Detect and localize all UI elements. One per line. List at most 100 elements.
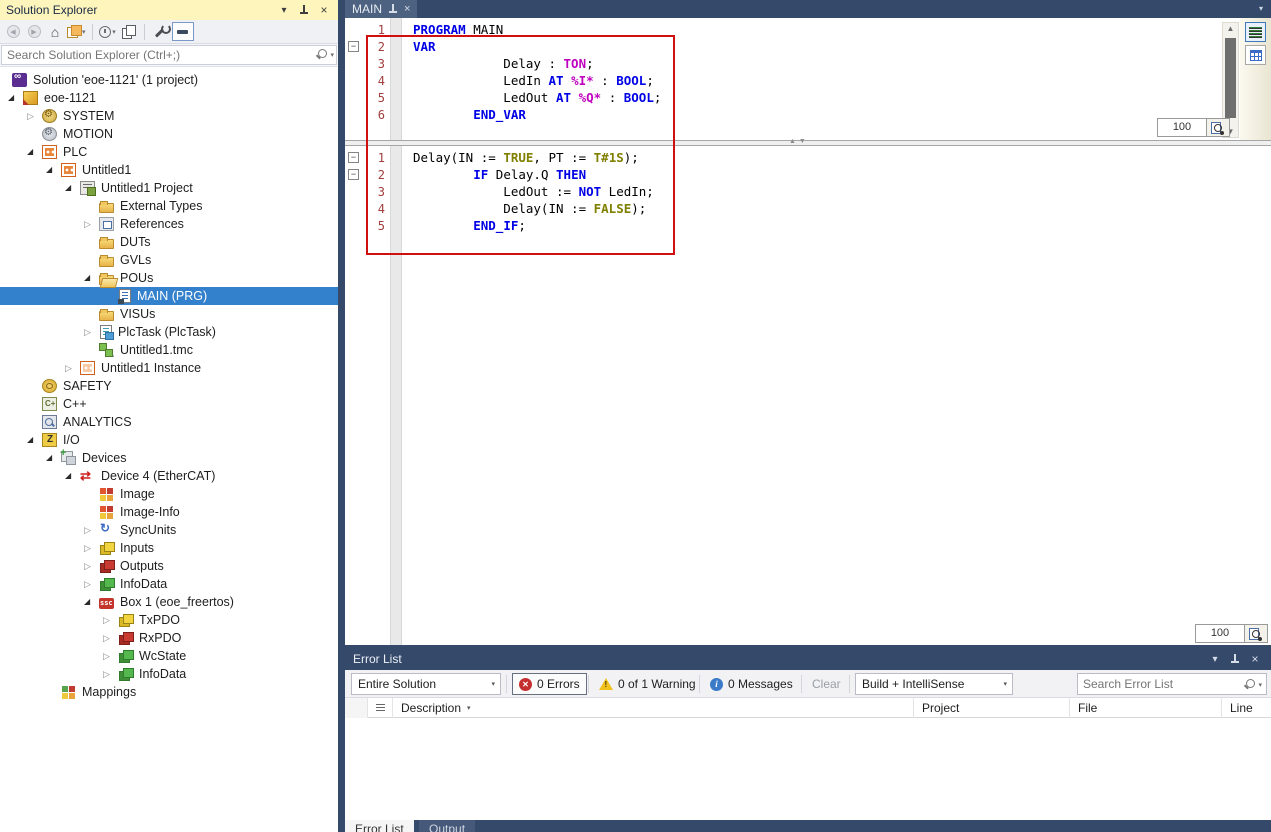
expand-arrow-collapsed-icon[interactable]: ▷ xyxy=(103,647,118,665)
search-icon[interactable] xyxy=(315,49,327,61)
search-input[interactable] xyxy=(1,45,337,65)
tree-item[interactable]: MOTION xyxy=(0,125,338,143)
code-line[interactable]: 4 Delay(IN := FALSE); xyxy=(345,200,1271,217)
code-line[interactable]: −2 IF Delay.Q THEN xyxy=(345,166,1271,183)
tree-item[interactable]: SAFETY xyxy=(0,377,338,395)
code-line[interactable]: 5 LedOut AT %Q* : BOOL; xyxy=(345,89,1271,106)
pin-icon[interactable] xyxy=(1227,652,1243,666)
expand-arrow-collapsed-icon[interactable]: ▷ xyxy=(27,107,42,125)
tree-item[interactable]: Mappings xyxy=(0,683,338,701)
tab-output[interactable]: Output xyxy=(419,820,475,832)
tree-item[interactable]: ▷WcState xyxy=(0,647,338,665)
tree-item[interactable]: ▷Untitled1 Instance xyxy=(0,359,338,377)
expand-arrow-expanded-icon[interactable]: ◢ xyxy=(46,449,61,467)
code-line[interactable]: 3 LedOut := NOT LedIn; xyxy=(345,183,1271,200)
implementation-section[interactable]: −1Delay(IN := TRUE, PT := T#1S);−2 IF De… xyxy=(345,146,1271,645)
collapse-box-icon[interactable]: − xyxy=(348,152,359,163)
tree-item[interactable]: ▷References xyxy=(0,215,338,233)
table-view-button[interactable] xyxy=(1245,45,1266,65)
tab-pin-icon[interactable] xyxy=(388,3,398,15)
code-line[interactable]: −2VAR xyxy=(345,38,1271,55)
tree-item[interactable]: ◢Devices xyxy=(0,449,338,467)
search-icon[interactable] xyxy=(1243,679,1255,691)
code-line[interactable]: 5 END_IF; xyxy=(345,217,1271,234)
tree-item[interactable]: ◢Untitled1 xyxy=(0,161,338,179)
expand-arrow-expanded-icon[interactable]: ◢ xyxy=(8,89,23,107)
tab-main[interactable]: MAIN × xyxy=(345,0,417,18)
expand-arrow-collapsed-icon[interactable]: ▷ xyxy=(103,611,118,629)
expand-arrow-collapsed-icon[interactable]: ▷ xyxy=(103,629,118,647)
build-filter-dropdown[interactable]: Build + IntelliSense ▾ xyxy=(855,673,1013,695)
tree-item[interactable]: ▷Inputs xyxy=(0,539,338,557)
tree-item[interactable]: ▷InfoData xyxy=(0,665,338,683)
tree-item[interactable]: ▷RxPDO xyxy=(0,629,338,647)
tree-item[interactable]: ◢eoe-1121 xyxy=(0,89,338,107)
pending-changes-filter-button[interactable]: ▾ xyxy=(99,22,117,42)
code-editor[interactable]: 1PROGRAM MAIN−2VAR3 Delay : TON;4 LedIn … xyxy=(345,18,1271,645)
tree-item[interactable]: ▷SYSTEM xyxy=(0,107,338,125)
error-search-input[interactable] xyxy=(1078,674,1228,691)
column-description[interactable]: Description▾ xyxy=(393,698,914,718)
column-line[interactable]: Line xyxy=(1222,698,1271,718)
code-line[interactable]: 3 Delay : TON; xyxy=(345,55,1271,72)
tree-item[interactable]: ◢Device 4 (EtherCAT) xyxy=(0,467,338,485)
sync-with-active-document-button[interactable] xyxy=(120,22,138,42)
forward-button[interactable]: ▶ xyxy=(25,22,43,42)
zoom-magnifier-icon[interactable] xyxy=(1245,624,1268,643)
properties-wrench-button[interactable] xyxy=(151,22,169,42)
search-options-caret-icon[interactable]: ▾ xyxy=(1258,681,1262,689)
tree-item[interactable]: ▷InfoData xyxy=(0,575,338,593)
tree-item[interactable]: ▷SyncUnits xyxy=(0,521,338,539)
home-icon[interactable]: ⌂ xyxy=(46,22,64,42)
expand-arrow-collapsed-icon[interactable]: ▷ xyxy=(84,521,99,539)
tree-item[interactable]: DUTs xyxy=(0,233,338,251)
tree-item[interactable]: External Types xyxy=(0,197,338,215)
expand-arrow-expanded-icon[interactable]: ◢ xyxy=(84,593,99,611)
messages-filter-button[interactable]: i 0 Messages xyxy=(704,673,799,695)
order-icon[interactable] xyxy=(368,698,393,718)
expand-arrow-expanded-icon[interactable]: ◢ xyxy=(27,431,42,449)
search-options-caret-icon[interactable]: ▾ xyxy=(330,51,334,59)
window-menu-caret-icon[interactable]: ▾ xyxy=(1207,652,1223,666)
tree-item[interactable]: Image-Info xyxy=(0,503,338,521)
collapse-box-icon[interactable]: − xyxy=(348,41,359,52)
pin-icon[interactable] xyxy=(296,3,312,17)
tree-item[interactable]: ◢Untitled1 Project xyxy=(0,179,338,197)
expand-arrow-expanded-icon[interactable]: ◢ xyxy=(27,143,42,161)
expand-arrow-expanded-icon[interactable]: ◢ xyxy=(65,467,80,485)
tree-item[interactable]: Solution 'eoe-1121' (1 project) xyxy=(0,71,338,89)
collapse-box-icon[interactable]: − xyxy=(348,169,359,180)
zoom-magnifier-icon[interactable] xyxy=(1207,118,1230,137)
tree-item[interactable]: Image xyxy=(0,485,338,503)
tab-list-caret-icon[interactable]: ▾ xyxy=(1259,4,1263,13)
collapse-all-button[interactable]: ▾ xyxy=(67,22,86,42)
window-menu-caret-icon[interactable]: ▾ xyxy=(276,3,292,17)
expand-arrow-collapsed-icon[interactable]: ▷ xyxy=(103,665,118,683)
tree-item[interactable]: ◢PLC xyxy=(0,143,338,161)
scroll-up-icon[interactable]: ▲ xyxy=(1223,24,1238,33)
text-view-button[interactable] xyxy=(1245,22,1266,42)
tree-item[interactable]: ◢I/O xyxy=(0,431,338,449)
clear-button[interactable]: Clear xyxy=(806,673,847,695)
tree-item[interactable]: VISUs xyxy=(0,305,338,323)
expand-arrow-collapsed-icon[interactable]: ▷ xyxy=(84,215,99,233)
tree-item[interactable]: C++ xyxy=(0,395,338,413)
tree-item[interactable]: ◢POUs xyxy=(0,269,338,287)
tree-item[interactable]: ◢Box 1 (eoe_freertos) xyxy=(0,593,338,611)
warnings-filter-button[interactable]: 0 of 1 Warning xyxy=(593,673,702,695)
code-line[interactable]: 4 LedIn AT %I* : BOOL; xyxy=(345,72,1271,89)
close-icon[interactable]: × xyxy=(1247,652,1263,666)
expand-arrow-expanded-icon[interactable]: ◢ xyxy=(65,179,80,197)
tab-error-list[interactable]: Error List xyxy=(345,820,414,832)
scope-filter-dropdown[interactable]: Entire Solution ▾ xyxy=(351,673,501,695)
tree-item[interactable]: ANALYTICS xyxy=(0,413,338,431)
errors-filter-button[interactable]: ✕ 0 Errors xyxy=(512,673,587,695)
column-project[interactable]: Project xyxy=(914,698,1070,718)
expand-arrow-collapsed-icon[interactable]: ▷ xyxy=(84,323,99,341)
tree-item[interactable]: GVLs xyxy=(0,251,338,269)
code-line[interactable]: 1PROGRAM MAIN xyxy=(345,21,1271,38)
expand-arrow-collapsed-icon[interactable]: ▷ xyxy=(65,359,80,377)
zoom-level-value[interactable]: 100 xyxy=(1195,624,1245,643)
tree-item[interactable]: Untitled1.tmc xyxy=(0,341,338,359)
expand-arrow-collapsed-icon[interactable]: ▷ xyxy=(84,539,99,557)
